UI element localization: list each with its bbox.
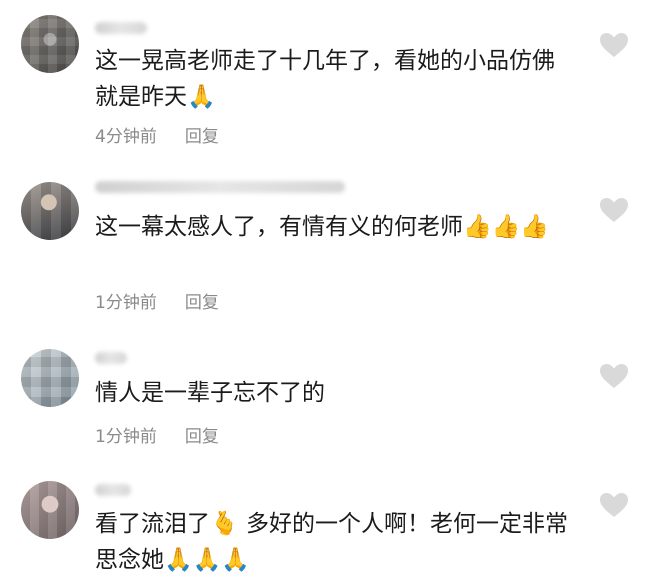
reply-button[interactable]: 回复	[185, 293, 219, 313]
comment-text: 情人是一辈子忘不了的	[95, 375, 575, 411]
comment-text: 这一晃高老师走了十几年了，看她的小品仿佛就是昨天🙏	[95, 43, 575, 115]
avatar[interactable]	[21, 182, 79, 240]
comment-body: 情人是一辈子忘不了的	[95, 380, 325, 406]
emoji: 🫰	[210, 511, 239, 537]
comment-meta: 1分钟前 回复	[95, 422, 219, 447]
comment-meta: 1分钟前 回复	[95, 288, 219, 313]
username-blurred[interactable]	[95, 22, 147, 34]
comment-body: 看了流泪了	[95, 511, 210, 537]
username-blurred[interactable]	[95, 181, 345, 193]
timestamp: 1分钟前	[95, 427, 157, 447]
reply-button[interactable]: 回复	[185, 127, 219, 147]
emoji: 🙏🙏🙏	[164, 547, 250, 573]
heart-outline-icon[interactable]	[598, 362, 630, 390]
comment-meta: 4分钟前 回复	[95, 122, 219, 147]
username-blurred[interactable]	[95, 352, 127, 364]
reply-button[interactable]: 回复	[185, 427, 219, 447]
comment-body: 这一幕太感人了，有情有义的何老师	[95, 214, 463, 240]
comment-text: 这一幕太感人了，有情有义的何老师👍👍👍	[95, 209, 575, 245]
heart-outline-icon[interactable]	[598, 31, 630, 59]
heart-outline-icon[interactable]	[598, 196, 630, 224]
heart-outline-icon[interactable]	[598, 491, 630, 519]
avatar[interactable]	[21, 349, 79, 407]
avatar[interactable]	[21, 15, 79, 73]
timestamp: 4分钟前	[95, 127, 157, 147]
username-blurred[interactable]	[95, 484, 131, 496]
avatar[interactable]	[21, 481, 79, 539]
comment-body: 这一晃高老师走了十几年了，看她的小品仿佛就是昨天	[95, 48, 555, 110]
emoji: 👍👍👍	[463, 214, 549, 240]
comment-text: 看了流泪了🫰 多好的一个人啊！老何一定非常思念她🙏🙏🙏	[95, 506, 575, 578]
emoji: 🙏	[187, 84, 216, 110]
timestamp: 1分钟前	[95, 293, 157, 313]
